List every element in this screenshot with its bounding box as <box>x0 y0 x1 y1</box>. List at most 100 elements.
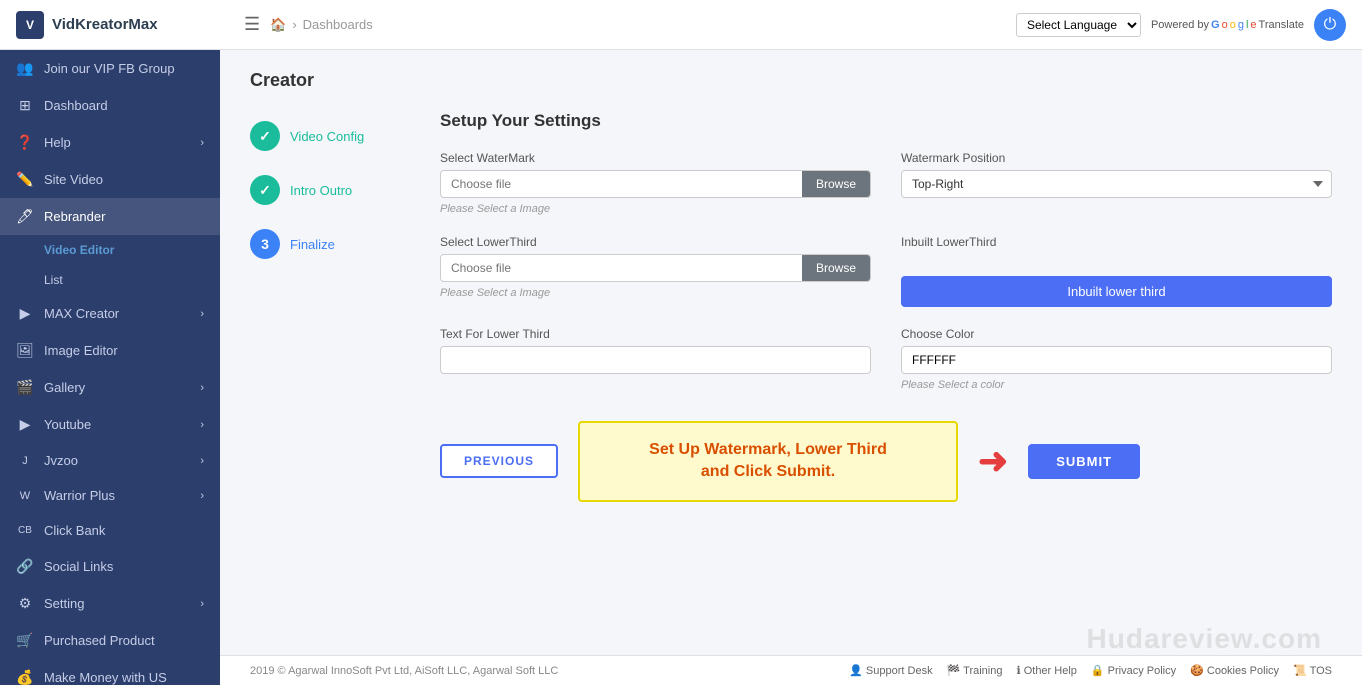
max-creator-icon: ▶ <box>16 305 34 322</box>
chevron-right-icon: › <box>200 137 204 149</box>
step-label-finalize: Finalize <box>290 237 335 252</box>
hamburger-icon[interactable]: ☰ <box>244 14 260 35</box>
footer-links: 👤 Support Desk 🏁 Training ℹ Other Help 🔒… <box>849 664 1332 677</box>
join-vip-icon: 👥 <box>16 60 34 77</box>
watermark-browse-btn[interactable]: Browse <box>802 171 870 197</box>
sidebar-item-site-video[interactable]: ✏️ Site Video <box>0 161 220 198</box>
choose-color-group: Choose Color FFFFFF Please Select a colo… <box>901 327 1332 391</box>
sidebar-item-help[interactable]: ❓ Help › <box>0 124 220 161</box>
watermark-position-select[interactable]: Top-Right Top-Left Bottom-Right Bottom-L… <box>901 170 1332 198</box>
step-circle-video-config: ✓ <box>250 121 280 151</box>
sidebar-item-setting[interactable]: ⚙ Setting › <box>0 585 220 622</box>
lower-third-hint: Please Select a Image <box>440 287 871 299</box>
make-money-icon: 💰 <box>16 669 34 685</box>
sidebar-item-label: Make Money with US <box>44 670 167 685</box>
step-label-video-config: Video Config <box>290 129 364 144</box>
watermark-hint: Please Select a Image <box>440 203 871 215</box>
watermark-position-group: Watermark Position Top-Right Top-Left Bo… <box>901 151 1332 215</box>
text-lower-third-group: Text For Lower Third <box>440 327 871 391</box>
color-input-row: FFFFFF <box>901 346 1332 374</box>
step-video-config: ✓ Video Config <box>250 121 410 151</box>
chevron-right-icon: › <box>200 455 204 467</box>
footer-link-privacy-policy[interactable]: 🔒 Privacy Policy <box>1091 664 1176 677</box>
sidebar-item-label: Youtube <box>44 417 91 432</box>
sidebar-item-image-editor[interactable]: 🖼 Image Editor <box>0 332 220 369</box>
sidebar-item-label: Site Video <box>44 172 103 187</box>
setting-icon: ⚙ <box>16 595 34 612</box>
sidebar-item-label: Rebrander <box>44 209 105 224</box>
sidebar-item-max-creator[interactable]: ▶ MAX Creator › <box>0 295 220 332</box>
text-lower-third-label: Text For Lower Third <box>440 327 871 341</box>
youtube-icon: ▶ <box>16 416 34 433</box>
sidebar-item-make-money[interactable]: 💰 Make Money with US <box>0 659 220 685</box>
google-g: G <box>1211 19 1220 31</box>
sidebar-item-purchased-product[interactable]: 🛒 Purchased Product <box>0 622 220 659</box>
footer-link-training[interactable]: 🏁 Training <box>947 664 1003 677</box>
sidebar-item-label: Social Links <box>44 559 113 574</box>
step-intro-outro: ✓ Intro Outro <box>250 175 410 205</box>
footer-link-tos[interactable]: 📜 TOS <box>1293 664 1332 677</box>
inbuilt-label: Inbuilt LowerThird <box>901 235 1332 249</box>
sidebar-sub-item-list[interactable]: List <box>0 265 220 295</box>
settings-form: Setup Your Settings Select WaterMark Bro… <box>440 111 1332 502</box>
lower-third-group: Select LowerThird Browse Please Select a… <box>440 235 871 307</box>
sidebar-item-join-vip[interactable]: 👥 Join our VIP FB Group <box>0 50 220 87</box>
sidebar-item-click-bank[interactable]: CB Click Bank <box>0 513 220 548</box>
language-select[interactable]: Select Language <box>1016 13 1141 37</box>
sidebar-item-warrior-plus[interactable]: W Warrior Plus › <box>0 478 220 513</box>
power-button[interactable]: ⏻ <box>1314 9 1346 41</box>
image-editor-icon: 🖼 <box>16 342 34 359</box>
inbuilt-lower-third-btn[interactable]: Inbuilt lower third <box>901 276 1332 307</box>
footer-link-support-desk[interactable]: 👤 Support Desk <box>849 664 932 677</box>
sidebar-item-dashboard[interactable]: ⊞ Dashboard <box>0 87 220 124</box>
sidebar-sub-label: List <box>44 273 63 287</box>
sidebar-item-label: Join our VIP FB Group <box>44 61 175 76</box>
main-content: Creator ✓ Video Config ✓ Intro Outro 3 F… <box>220 50 1362 685</box>
sidebar-item-gallery[interactable]: 🎬 Gallery › <box>0 369 220 406</box>
previous-button[interactable]: PREVIOUS <box>440 444 558 478</box>
chevron-right-icon: › <box>200 490 204 502</box>
step-finalize: 3 Finalize <box>250 229 410 259</box>
social-links-icon: 🔗 <box>16 558 34 575</box>
rebrander-icon: 🖊 <box>16 208 34 225</box>
sidebar-item-label: Setting <box>44 596 84 611</box>
form-grid: Select WaterMark Browse Please Select a … <box>440 151 1332 391</box>
sidebar-sub-item-video-editor[interactable]: Video Editor <box>0 235 220 265</box>
sidebar-item-label: Click Bank <box>44 523 105 538</box>
submit-button[interactable]: SUBMIT <box>1028 444 1140 479</box>
sidebar-item-rebrander[interactable]: 🖊 Rebrander <box>0 198 220 235</box>
lower-third-file-text[interactable] <box>441 255 802 281</box>
brand-logo: V VidKreatorMax <box>16 11 236 39</box>
sidebar-item-label: Warrior Plus <box>44 488 115 503</box>
footer-link-other-help[interactable]: ℹ Other Help <box>1016 664 1076 677</box>
chevron-right-icon: › <box>200 308 204 320</box>
app-body: 👥 Join our VIP FB Group ⊞ Dashboard ❓ He… <box>0 50 1362 685</box>
footer-link-cookies-policy[interactable]: 🍪 Cookies Policy <box>1190 664 1279 677</box>
sidebar-item-social-links[interactable]: 🔗 Social Links <box>0 548 220 585</box>
sidebar-item-jvzoo[interactable]: J Jvzoo › <box>0 443 220 478</box>
action-row: PREVIOUS Set Up Watermark, Lower Third a… <box>440 421 1332 502</box>
sidebar-item-label: Image Editor <box>44 343 118 358</box>
arrow-icon: ➜ <box>978 440 1008 482</box>
translate-text: Translate <box>1259 19 1304 31</box>
purchased-product-icon: 🛒 <box>16 632 34 649</box>
lower-third-file-input: Browse <box>440 254 871 282</box>
sidebar-item-label: Purchased Product <box>44 633 155 648</box>
help-icon: ❓ <box>16 134 34 151</box>
watermark-file-input: Browse <box>440 170 871 198</box>
click-bank-icon: CB <box>16 525 34 536</box>
creator-layout: ✓ Video Config ✓ Intro Outro 3 Finalize … <box>250 111 1332 502</box>
sidebar-item-label: Help <box>44 135 71 150</box>
jvzoo-icon: J <box>16 455 34 467</box>
google-oogle: o <box>1222 19 1228 31</box>
sidebar-item-label: Jvzoo <box>44 453 78 468</box>
breadcrumb-home-icon[interactable]: 🏠 <box>270 17 286 33</box>
lower-third-browse-btn[interactable]: Browse <box>802 255 870 281</box>
breadcrumb-page: Dashboards <box>303 17 373 32</box>
step-circle-finalize: 3 <box>250 229 280 259</box>
watermark-file-text[interactable] <box>441 171 802 197</box>
text-lower-third-input[interactable] <box>440 346 871 374</box>
steps-column: ✓ Video Config ✓ Intro Outro 3 Finalize <box>250 111 410 502</box>
page-title: Creator <box>250 70 1332 91</box>
sidebar-item-youtube[interactable]: ▶ Youtube › <box>0 406 220 443</box>
